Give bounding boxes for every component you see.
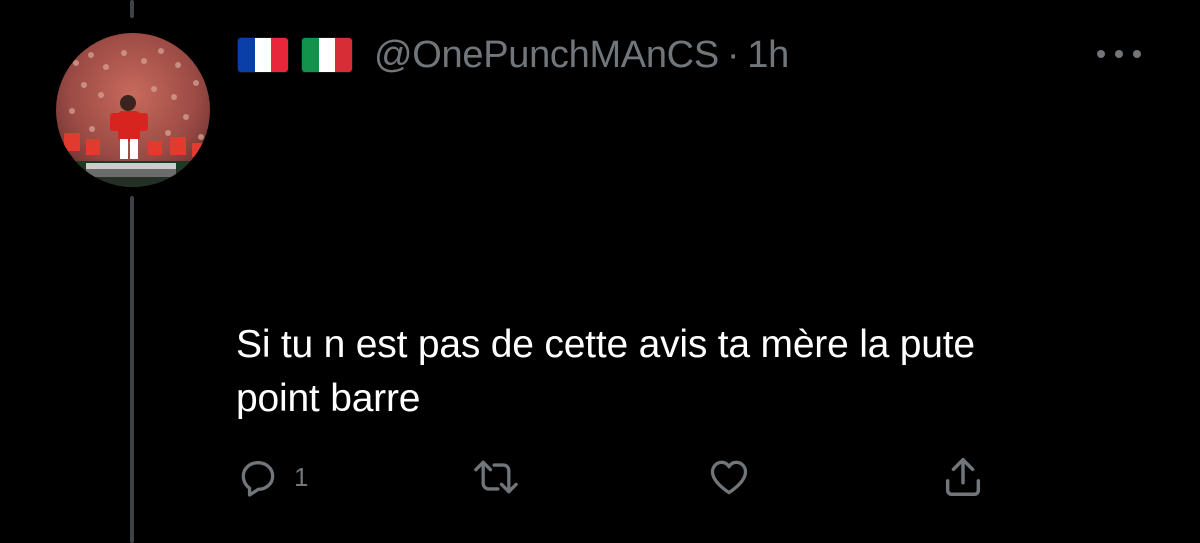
avatar[interactable] — [56, 33, 210, 187]
timestamp[interactable]: 1h — [747, 34, 789, 77]
user-handle[interactable]: @OnePunchMAnCS — [374, 34, 719, 77]
tweet-text-line: Si tu n est pas de cette avis ta mère la… — [236, 323, 975, 366]
share-button[interactable] — [940, 454, 986, 500]
italy-flag-icon — [302, 38, 352, 72]
reply-count: 1 — [294, 461, 309, 492]
flag-stripe — [238, 38, 255, 72]
handle-row: @OnePunchMAnCS · 1h — [374, 34, 789, 77]
retweet-button[interactable] — [472, 454, 520, 500]
flag-stripe — [335, 38, 352, 72]
france-flag-icon — [238, 38, 288, 72]
share-icon — [945, 458, 981, 496]
thread-line-top — [130, 0, 134, 18]
retweet-icon — [474, 460, 518, 494]
flag-stripe — [271, 38, 288, 72]
flag-stripe — [318, 38, 336, 72]
flag-stripe — [254, 38, 272, 72]
like-button[interactable] — [706, 454, 752, 500]
more-options-icon[interactable] — [1097, 44, 1141, 64]
tweet-actions: 1 — [0, 454, 1200, 500]
reply-button[interactable]: 1 — [236, 454, 308, 500]
separator-dot: · — [726, 33, 740, 76]
tweet-text-line: point barre — [236, 377, 421, 420]
more-dot — [1115, 50, 1123, 58]
tweet-header: @OnePunchMAnCS · 1h — [238, 28, 789, 82]
more-dot — [1097, 50, 1105, 58]
heart-icon — [710, 460, 748, 495]
flag-stripe — [302, 38, 319, 72]
reply-icon — [241, 461, 275, 497]
tweet-text: Si tu n est pas de cette avis ta mère la… — [236, 318, 1156, 426]
more-dot — [1133, 50, 1141, 58]
